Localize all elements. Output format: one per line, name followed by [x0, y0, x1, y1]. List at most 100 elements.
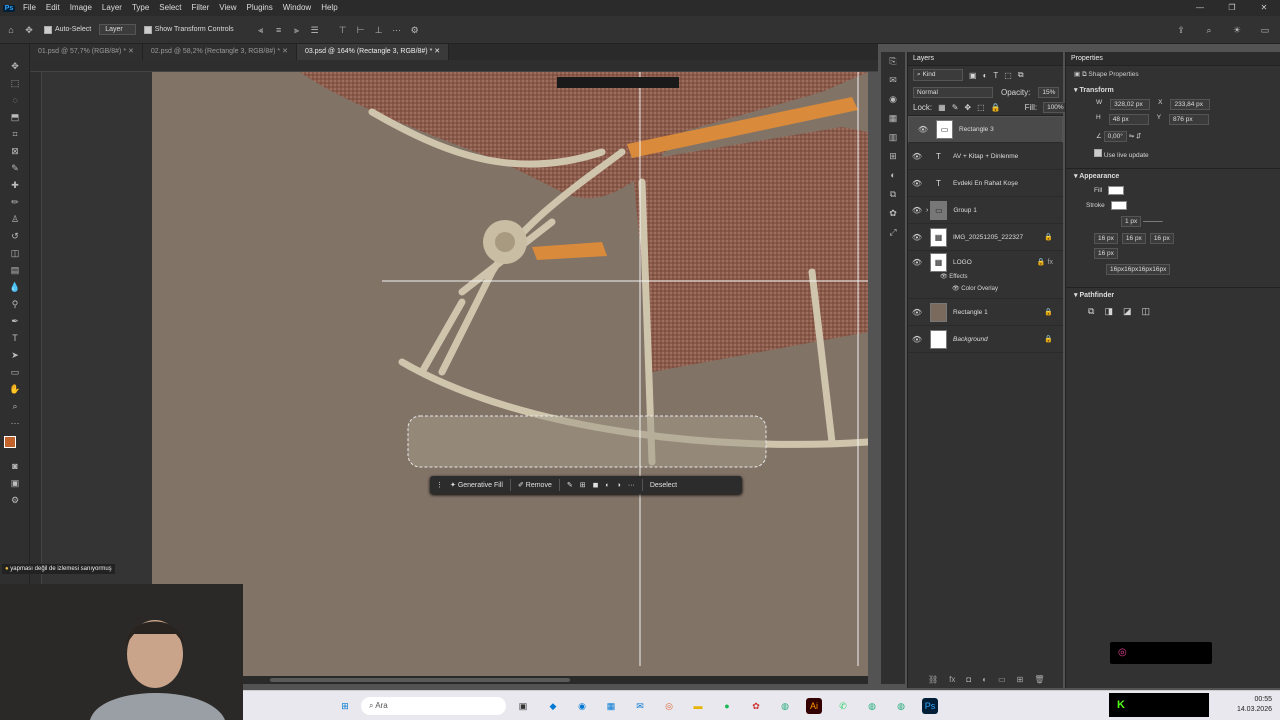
lock-paint-icon[interactable]: ✎: [952, 103, 959, 112]
clock[interactable]: 00:55 14.03.2026: [1237, 695, 1272, 715]
lock-pixels-icon[interactable]: ▦: [938, 103, 946, 112]
align-top-icon[interactable]: ⊤: [336, 23, 350, 37]
menu-item-select[interactable]: Select: [154, 0, 186, 16]
home-icon[interactable]: ⌂: [4, 23, 18, 37]
rectangle-icon[interactable]: ▭: [0, 364, 30, 381]
visibility-eye-icon[interactable]: 👁: [908, 206, 926, 215]
discover-icon[interactable]: ☀: [1230, 23, 1244, 37]
spotify-icon[interactable]: ●: [719, 698, 735, 714]
transform-controls-checkbox[interactable]: Show Transform Controls: [143, 25, 234, 34]
subtract-shapes-icon[interactable]: ◨: [1104, 306, 1113, 317]
brush-icon[interactable]: ✏: [0, 194, 30, 211]
visibility-eye-icon[interactable]: 👁: [908, 233, 926, 242]
eyedropper-icon[interactable]: ✎: [0, 160, 30, 177]
layer-row[interactable]: 👁 ▭ Rectangle 3: [908, 116, 1063, 143]
remove-button[interactable]: ✐ Remove: [518, 481, 552, 489]
menu-item-type[interactable]: Type: [127, 0, 154, 16]
hand-icon[interactable]: ✋: [0, 381, 30, 398]
quick-mask-icon[interactable]: ◙: [0, 458, 30, 475]
link-layers-icon[interactable]: ⛓: [928, 675, 938, 684]
restore-icon[interactable]: ❐: [1216, 0, 1248, 16]
corner-radius-field[interactable]: 16 px: [1149, 233, 1174, 244]
lock-all-icon[interactable]: 🔒: [991, 103, 1001, 112]
filter-adjust-icon[interactable]: ◐: [983, 71, 988, 80]
layer-row[interactable]: 👁 T Evdeki En Rahat Koşe: [908, 170, 1063, 197]
pen-icon[interactable]: ✒: [0, 313, 30, 330]
layer-row[interactable]: 👁 Rectangle 1 🔒: [908, 299, 1063, 326]
store-icon[interactable]: ▦: [603, 698, 619, 714]
exclude-shapes-icon[interactable]: ◫: [1141, 306, 1150, 317]
photoshop-taskbar-icon[interactable]: Ps: [922, 698, 938, 714]
combine-shapes-icon[interactable]: ⧉: [1088, 306, 1094, 317]
workspace-icon[interactable]: ▭: [1258, 23, 1272, 37]
gradients-icon[interactable]: ▥: [881, 128, 905, 147]
x-field[interactable]: 233,84 px: [1170, 99, 1211, 110]
add-mask-icon[interactable]: ◘: [966, 675, 971, 684]
fill-swatch[interactable]: [1108, 186, 1125, 195]
align-left-icon[interactable]: ⫷: [254, 23, 268, 37]
angle-field[interactable]: 0,00°: [1103, 131, 1127, 142]
stroke-size-field[interactable]: 1 px: [1121, 216, 1142, 227]
move-icon[interactable]: ✥: [0, 58, 30, 75]
instagram-app-icon[interactable]: ◎: [661, 698, 677, 714]
whatsapp-icon[interactable]: ✆: [835, 698, 851, 714]
tab-doc-3[interactable]: 03.psd @ 164% (Rectangle 3, RGB/8#) * ✕: [296, 44, 450, 60]
color-overlay-row[interactable]: 👁 Color Overlay: [908, 285, 1063, 299]
width-field[interactable]: 328,02 px: [1110, 99, 1151, 110]
paths-icon[interactable]: ⤢: [881, 223, 905, 242]
stroke-style-select[interactable]: ———: [1143, 218, 1163, 225]
outlook-icon[interactable]: ✉: [632, 698, 648, 714]
history-icon[interactable]: ⎘: [881, 52, 905, 71]
path-select-icon[interactable]: ➤: [0, 347, 30, 364]
filter-smart-icon[interactable]: ⧉: [1018, 70, 1024, 80]
new-group-icon[interactable]: ▭: [998, 675, 1006, 684]
visibility-eye-icon[interactable]: 👁: [908, 258, 926, 267]
task-view-icon[interactable]: ▣: [515, 698, 531, 714]
align-center-icon[interactable]: ≡: [272, 23, 286, 37]
minimize-icon[interactable]: —: [1184, 0, 1216, 16]
visibility-eye-icon[interactable]: 👁: [908, 152, 926, 161]
menu-item-image[interactable]: Image: [65, 0, 97, 16]
more-options-icon[interactable]: ···: [390, 23, 404, 37]
filter-pixel-icon[interactable]: ▣: [969, 71, 977, 80]
foreground-color[interactable]: [4, 436, 16, 448]
stamp-icon[interactable]: ♙: [0, 211, 30, 228]
drag-handle-icon[interactable]: ⋮: [436, 481, 443, 489]
edit-toolbar-icon[interactable]: ⚙: [0, 492, 30, 509]
windows-start-icon[interactable]: ⊞: [337, 698, 353, 714]
swatches-icon[interactable]: ▦: [881, 109, 905, 128]
corner-radius-field[interactable]: 16 px: [1121, 233, 1146, 244]
layers-panel-title[interactable]: Layers: [908, 52, 1063, 66]
blend-mode-select[interactable]: Normal: [913, 86, 993, 98]
color-icon[interactable]: ◉: [881, 90, 905, 109]
more-icon[interactable]: ···: [628, 482, 635, 489]
zoom-icon[interactable]: ⌕: [0, 398, 30, 415]
color-swatches[interactable]: [0, 432, 29, 458]
chrome-profile-icon[interactable]: ◍: [864, 698, 880, 714]
object-select-icon[interactable]: ⬒: [0, 109, 30, 126]
intersect-shapes-icon[interactable]: ◪: [1123, 306, 1132, 317]
frame-icon[interactable]: ⊠: [0, 143, 30, 160]
artboard-icon[interactable]: ⬚: [0, 75, 30, 92]
lock-position-icon[interactable]: ✥: [964, 103, 971, 112]
layer-row[interactable]: 👁 T AV + Kitap + Dinlenme: [908, 143, 1063, 170]
filter-type-icon[interactable]: T: [993, 71, 998, 80]
height-field[interactable]: 48 px: [1108, 114, 1149, 125]
taskbar-search[interactable]: ⌕ Ara: [361, 697, 506, 715]
edge-icon[interactable]: ◉: [574, 698, 590, 714]
properties-panel-title[interactable]: Properties: [1066, 52, 1280, 66]
patterns-icon[interactable]: ⊞: [881, 147, 905, 166]
more-tools-icon[interactable]: ···: [0, 415, 30, 432]
visibility-eye-icon[interactable]: 👁: [914, 125, 932, 134]
menu-item-window[interactable]: Window: [278, 0, 316, 16]
adjustment-icon[interactable]: ◑: [617, 482, 621, 489]
layer-select-dropdown[interactable]: Layer: [99, 24, 136, 35]
align-right-icon[interactable]: ⫸: [290, 23, 304, 37]
fill-field[interactable]: 100%: [1043, 102, 1068, 113]
align-middle-icon[interactable]: ⊢: [354, 23, 368, 37]
gradient-icon[interactable]: ▤: [0, 262, 30, 279]
menu-item-plugins[interactable]: Plugins: [242, 0, 278, 16]
distribute-icon[interactable]: ☰: [308, 23, 322, 37]
history-brush-icon[interactable]: ↺: [0, 228, 30, 245]
filter-shape-icon[interactable]: ⬚: [1004, 71, 1012, 80]
